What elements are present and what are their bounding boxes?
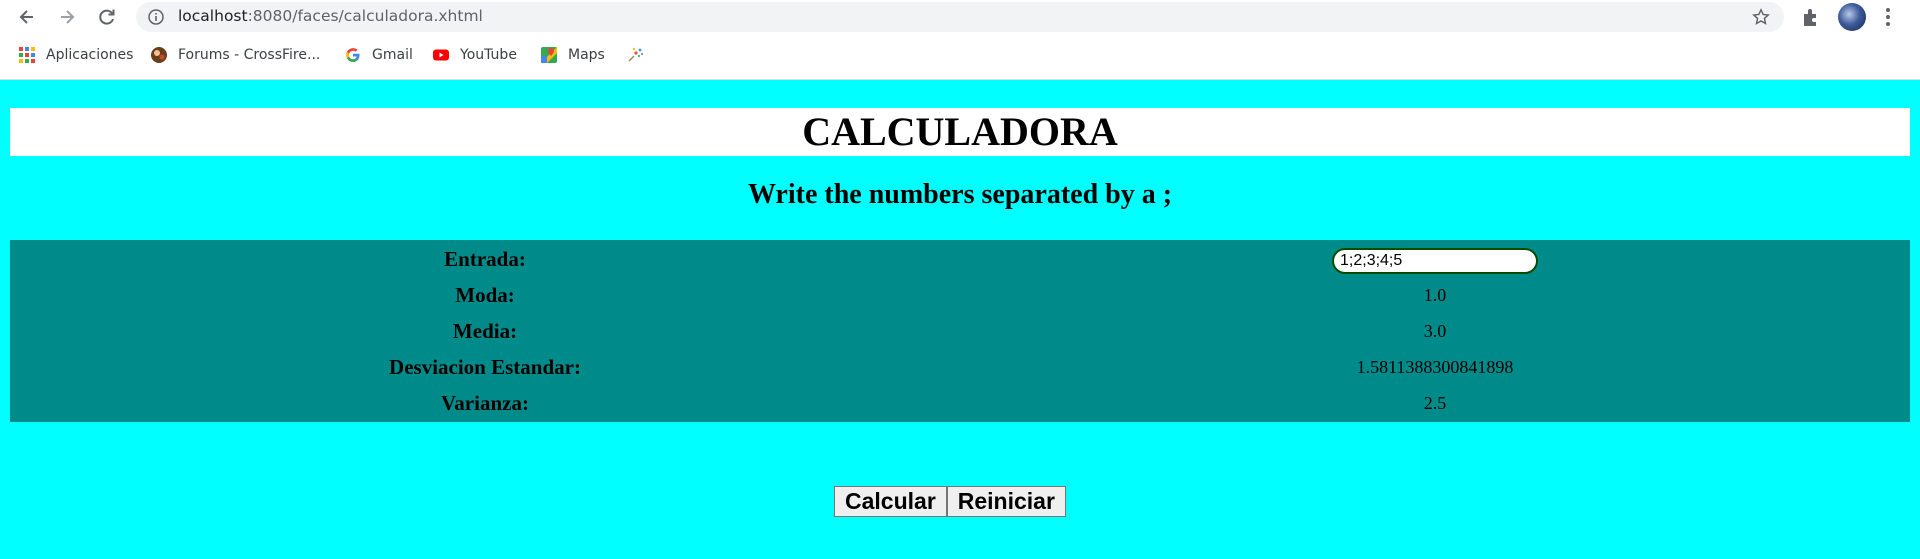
- desviacion-value: 1.5811388300841898: [1356, 357, 1514, 377]
- info-icon[interactable]: [148, 9, 164, 25]
- url-text: localhost:8080/faces/calculadora.xhtml: [178, 7, 483, 25]
- reload-icon: [99, 9, 115, 25]
- profile-avatar[interactable]: [1838, 3, 1866, 31]
- maps-icon: [541, 47, 557, 63]
- url-host: localhost: [178, 7, 248, 25]
- menu-dots-icon[interactable]: [1884, 6, 1892, 28]
- bookmark-gmail[interactable]: Gmail: [344, 46, 413, 64]
- bookmark-label: Aplicaciones: [46, 47, 134, 63]
- sparkle-icon: [628, 47, 643, 62]
- row-desviacion: Desviacion Estandar: 1.5811388300841898: [10, 349, 1910, 385]
- bookmark-label: YouTube: [460, 47, 517, 63]
- moda-value: 1.0: [1423, 285, 1447, 305]
- row-media: Media: 3.0: [10, 313, 1910, 349]
- reload-button[interactable]: [94, 4, 120, 30]
- calculator-table: Entrada: Moda: 1.0 Media: 3.0 Desviacion…: [10, 240, 1910, 422]
- media-value: 3.0: [1423, 321, 1447, 341]
- browser-toolbar: localhost:8080/faces/calculadora.xhtml: [0, 0, 1920, 34]
- entrada-input[interactable]: [1332, 248, 1538, 274]
- bookmark-label: Forums - CrossFire...: [178, 47, 321, 63]
- back-button[interactable]: [14, 4, 40, 30]
- crossfire-icon: [151, 47, 167, 63]
- apps-grid-icon: [19, 47, 35, 63]
- entrada-label: Entrada:: [444, 247, 526, 271]
- bookmark-label: Gmail: [372, 47, 413, 63]
- desviacion-label: Desviacion Estandar:: [389, 355, 581, 379]
- row-entrada: Entrada:: [10, 241, 1910, 277]
- page-subtitle: Write the numbers separated by a ;: [747, 179, 1173, 210]
- bookmark-maps[interactable]: Maps: [540, 46, 605, 64]
- reiniciar-button[interactable]: Reiniciar: [946, 486, 1066, 517]
- url-path: :8080/faces/calculadora.xhtml: [247, 7, 483, 25]
- varianza-label: Varianza:: [441, 391, 529, 415]
- bookmark-aplicaciones[interactable]: Aplicaciones: [18, 46, 133, 64]
- google-icon: [346, 48, 360, 62]
- extensions-icon[interactable]: [1800, 6, 1822, 28]
- moda-label: Moda:: [455, 283, 515, 307]
- bookmark-sparkle[interactable]: [626, 46, 644, 64]
- bookmark-label: Maps: [568, 47, 605, 63]
- bookmarks-bar: Aplicaciones Forums - CrossFire... Gmail…: [0, 34, 1920, 80]
- page-title: CALCULADORA: [802, 109, 1118, 154]
- arrow-right-icon: [61, 10, 75, 24]
- media-label: Media:: [452, 319, 518, 343]
- forward-button[interactable]: [54, 4, 80, 30]
- address-bar[interactable]: localhost:8080/faces/calculadora.xhtml: [136, 2, 1784, 32]
- row-varianza: Varianza: 2.5: [10, 385, 1910, 421]
- bookmark-crossfire[interactable]: Forums - CrossFire...: [150, 46, 320, 64]
- bookmark-star-icon[interactable]: [1752, 8, 1770, 26]
- varianza-value: 2.5: [1423, 393, 1447, 413]
- youtube-icon: [433, 49, 449, 61]
- calcular-button[interactable]: Calcular: [834, 486, 947, 517]
- title-banner: CALCULADORA: [10, 108, 1910, 156]
- bookmark-youtube[interactable]: YouTube: [432, 46, 517, 64]
- row-moda: Moda: 1.0: [10, 277, 1910, 313]
- calculator-page: CALCULADORA Write the numbers separated …: [0, 81, 1920, 559]
- action-buttons: Calcular Reiniciar: [834, 486, 1066, 517]
- arrow-left-icon: [19, 10, 33, 24]
